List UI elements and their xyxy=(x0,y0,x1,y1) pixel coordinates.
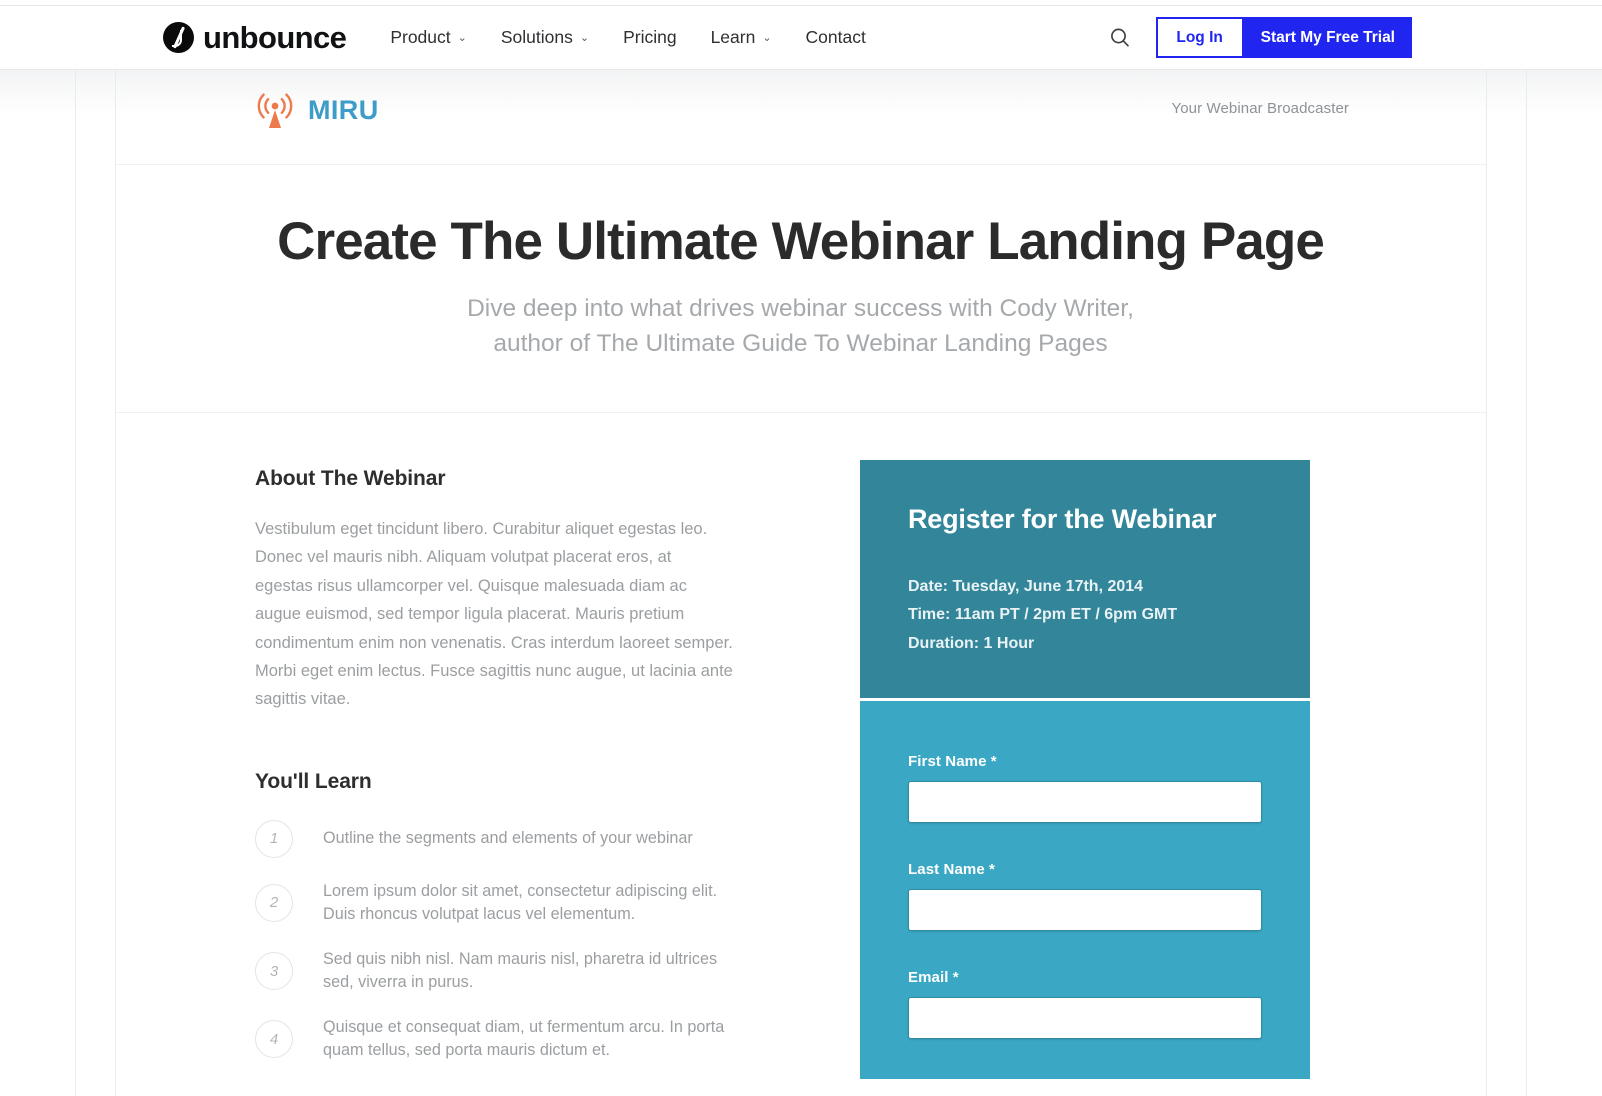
nav-item-pricing-label: Pricing xyxy=(623,27,677,47)
miru-logo[interactable]: MIRU xyxy=(253,88,379,132)
page-title: Create The Ultimate Webinar Landing Page xyxy=(277,212,1325,271)
list-item: 2 Lorem ipsum dolor sit amet, consectetu… xyxy=(255,880,755,926)
first-name-input[interactable] xyxy=(908,781,1262,824)
list-item-text: Lorem ipsum dolor sit amet, consectetur … xyxy=(323,881,718,923)
login-button[interactable]: Log In xyxy=(1155,17,1244,58)
unbounce-logo-icon xyxy=(163,22,194,53)
chevron-down-icon: ⌄ xyxy=(457,32,467,44)
screen-root: unbounce Product ⌄ Solutions ⌄ Pricing L… xyxy=(0,0,1602,1096)
nav-item-solutions[interactable]: Solutions ⌄ xyxy=(501,27,589,48)
page-tagline: Your Webinar Broadcaster xyxy=(1171,100,1349,117)
about-heading: About The Webinar xyxy=(255,467,446,490)
last-name-field-group: Last Name * xyxy=(908,861,1262,932)
unbounce-logo-text: unbounce xyxy=(203,20,347,55)
last-name-input[interactable] xyxy=(908,889,1262,932)
learn-heading: You'll Learn xyxy=(255,769,372,793)
nav-item-pricing[interactable]: Pricing xyxy=(623,27,677,48)
email-label: Email * xyxy=(908,969,959,987)
list-item-number: 3 xyxy=(255,952,293,991)
list-item-text: Outline the segments and elements of you… xyxy=(323,829,693,848)
list-item-text: Sed quis nibh nisl. Nam mauris nisl, pha… xyxy=(323,949,718,992)
list-item-number: 2 xyxy=(255,883,293,922)
nav-actions: Log In Start My Free Trial xyxy=(1107,17,1412,58)
chevron-down-icon: ⌄ xyxy=(762,32,772,44)
about-paragraph: Vestibulum eget tincidunt libero. Curabi… xyxy=(255,520,733,709)
webinar-date: Date: Tuesday, June 17th, 2014 xyxy=(908,578,1144,595)
nav-item-contact[interactable]: Contact xyxy=(806,27,866,48)
miru-logo-text: MIRU xyxy=(308,94,379,125)
page-subtitle-line-2: author of The Ultimate Guide To Webinar … xyxy=(493,329,1108,357)
layout-guide-right-outer xyxy=(1526,70,1527,1096)
unbounce-navbar: unbounce Product ⌄ Solutions ⌄ Pricing L… xyxy=(0,6,1602,70)
list-item: 4 Quisque et consequat diam, ut fermentu… xyxy=(255,1016,755,1062)
layout-guide-right-inner xyxy=(1486,70,1487,1096)
registration-details: Date: Tuesday, June 17th, 2014 Time: 11a… xyxy=(908,573,1262,658)
email-input[interactable] xyxy=(908,997,1262,1040)
list-item: 1 Outline the segments and elements of y… xyxy=(255,819,755,858)
layout-guide-left-outer xyxy=(75,70,76,1096)
nav-item-learn-label: Learn xyxy=(710,27,756,47)
list-item-text: Quisque et consequat diam, ut fermentum … xyxy=(323,1018,725,1060)
nav-item-product[interactable]: Product ⌄ xyxy=(390,27,467,48)
content-section: About The Webinar Vestibulum eget tincid… xyxy=(115,412,1486,1096)
hero-section: Create The Ultimate Webinar Landing Page… xyxy=(115,164,1486,412)
page-subtitle-line-1: Dive deep into what drives webinar succe… xyxy=(467,295,1134,322)
learn-list: 1 Outline the segments and elements of y… xyxy=(255,819,755,1063)
page-subtitle: Dive deep into what drives webinar succe… xyxy=(115,292,1486,362)
nav-item-solutions-label: Solutions xyxy=(500,27,573,47)
webinar-duration: Duration: 1 Hour xyxy=(908,634,1035,652)
page-header: MIRU Your Webinar Broadcaster xyxy=(115,70,1486,164)
list-item: 3 Sed quis nibh nisl. Nam mauris nisl, p… xyxy=(255,948,755,994)
search-icon[interactable] xyxy=(1107,25,1133,51)
nav-links: Product ⌄ Solutions ⌄ Pricing Learn ⌄ Co… xyxy=(390,27,900,48)
list-item-number: 1 xyxy=(255,819,293,858)
landing-page-canvas: MIRU Your Webinar Broadcaster Create The… xyxy=(0,70,1602,1096)
first-name-label: First Name * xyxy=(908,753,997,771)
nav-item-contact-label: Contact xyxy=(805,27,866,47)
nav-item-learn[interactable]: Learn ⌄ xyxy=(711,27,772,48)
unbounce-logo[interactable]: unbounce xyxy=(163,20,347,55)
webinar-time: Time: 11am PT / 2pm ET / 6pm GMT xyxy=(908,606,1178,624)
email-field-group: Email * xyxy=(908,969,1262,1040)
last-name-label: Last Name * xyxy=(908,861,995,879)
first-name-field-group: First Name * xyxy=(908,753,1262,824)
registration-form: First Name * Last Name * Email * xyxy=(860,698,1310,1080)
registration-heading: Register for the Webinar xyxy=(908,504,1217,534)
nav-item-product-label: Product xyxy=(390,27,451,47)
broadcast-antenna-icon xyxy=(253,88,297,132)
chevron-down-icon: ⌄ xyxy=(579,32,590,44)
content-left-column: About The Webinar Vestibulum eget tincid… xyxy=(255,467,755,1085)
start-free-trial-button[interactable]: Start My Free Trial xyxy=(1243,17,1412,58)
registration-card: Register for the Webinar Date: Tuesday, … xyxy=(860,460,1310,1080)
list-item-number: 4 xyxy=(255,1020,293,1059)
registration-card-header: Register for the Webinar Date: Tuesday, … xyxy=(860,460,1310,699)
